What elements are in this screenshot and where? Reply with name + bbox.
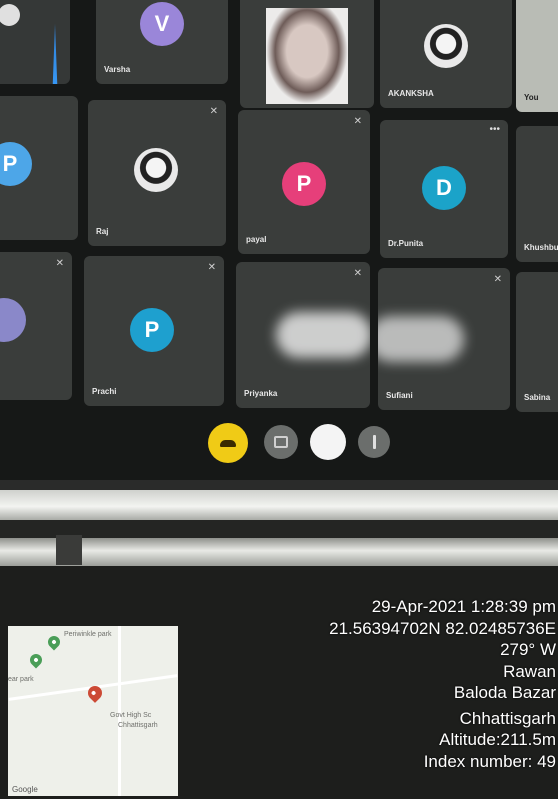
- stamp-village: Rawan: [503, 661, 556, 681]
- map-label: ear park: [8, 676, 34, 683]
- participant-tile[interactable]: ✕ P Prachi: [84, 256, 224, 406]
- participant-tile[interactable]: [0, 0, 70, 84]
- participant-tile[interactable]: ✕ Priyanka: [236, 262, 370, 408]
- glare: [276, 312, 370, 358]
- phone-icon: [220, 439, 236, 447]
- google-logo: Google: [12, 785, 38, 794]
- more-icon: [372, 435, 376, 449]
- participant-tile[interactable]: Sabina: [516, 272, 558, 412]
- participant-tile[interactable]: AKANKSHA: [380, 0, 512, 108]
- stamp-datetime: 29-Apr-2021 1:28:39 pm: [371, 597, 556, 616]
- mic-off-icon: ✕: [493, 274, 502, 285]
- participant-video: [266, 8, 348, 104]
- participant-tile[interactable]: V Varsha: [96, 0, 228, 84]
- participant-name: Prachi: [92, 387, 117, 396]
- map-label: Chhattisgarh: [118, 722, 158, 729]
- participant-name: You: [524, 93, 539, 102]
- map-label: Govt High Sc: [110, 712, 152, 719]
- mic-off-icon: ✕: [207, 262, 216, 273]
- mic-off-icon: ✕: [55, 258, 64, 269]
- avatar: P: [282, 162, 326, 206]
- stamp-index: Index number: 49: [423, 751, 556, 771]
- volume-indicator: [52, 24, 58, 84]
- stamp-heading: 279° W: [500, 640, 556, 659]
- avatar: D: [422, 166, 466, 210]
- participant-name: Varsha: [104, 65, 131, 74]
- more-options-icon[interactable]: •••: [489, 124, 500, 135]
- present-button[interactable]: [310, 424, 346, 460]
- stamp-district: Baloda Bazar: [453, 683, 556, 702]
- participant-tile[interactable]: ✕ Raj: [88, 100, 226, 246]
- map-label: Periwinkle park: [64, 631, 112, 638]
- laptop-hinge: [0, 538, 558, 566]
- stamp-state: Chhattisgarh: [459, 708, 556, 728]
- participant-name: Sabina: [524, 393, 551, 402]
- participant-name: Khushbu: [524, 243, 558, 252]
- park-pin-icon: [45, 633, 63, 651]
- participant-name: payal: [246, 235, 267, 244]
- avatar: [424, 24, 468, 68]
- laptop-lid-edge: [0, 490, 558, 520]
- participant-name: Sufiani: [386, 391, 413, 400]
- mic-off-icon: ✕: [353, 268, 362, 279]
- participant-name: Raj: [96, 227, 109, 236]
- end-call-button[interactable]: [208, 423, 248, 463]
- participant-tile[interactable]: P: [0, 96, 78, 240]
- avatar: [0, 298, 26, 342]
- avatar: P: [130, 308, 174, 352]
- stamp-coordinates: 21.56394702N 82.02485736E: [329, 618, 556, 638]
- participant-name: AKANKSHA: [388, 89, 434, 98]
- park-pin-icon: [27, 651, 45, 669]
- avatar: V: [140, 2, 184, 46]
- camera-button[interactable]: [264, 425, 298, 459]
- location-map: Periwinkle park ear park Govt High Sc Ch…: [8, 626, 178, 796]
- avatar: P: [0, 142, 32, 186]
- laptop-gap: [0, 520, 558, 538]
- avatar: [134, 148, 178, 192]
- participant-tile[interactable]: ✕ P payal: [238, 110, 370, 254]
- hinge-clip: [56, 535, 82, 565]
- participant-name: Dr.Punita: [388, 239, 424, 248]
- participant-tile[interactable]: [240, 0, 374, 108]
- participant-tile[interactable]: ✕: [0, 252, 72, 400]
- mic-off-icon: ✕: [353, 116, 362, 127]
- participant-tile[interactable]: ✕ Sufiani: [378, 268, 510, 410]
- gps-stamp: 29-Apr-2021 1:28:39 pm 21.56394702N 82.0…: [329, 596, 556, 772]
- participant-tile[interactable]: Khushbu: [516, 126, 558, 262]
- participant-tile[interactable]: You: [516, 0, 558, 112]
- map-road: [118, 626, 121, 796]
- camera-icon: [274, 436, 288, 448]
- participant-tile[interactable]: ••• D Dr.Punita: [380, 120, 508, 258]
- meeting-screen: V Varsha AKANKSHA You P ✕ Raj ✕ P payal …: [0, 0, 558, 480]
- more-button[interactable]: [358, 426, 390, 458]
- mic-off-icon: ✕: [209, 106, 218, 117]
- stamp-altitude: Altitude:211.5m: [439, 730, 556, 749]
- glare: [378, 316, 464, 362]
- participant-name: Priyanka: [244, 389, 278, 398]
- participant-photo: [0, 4, 20, 26]
